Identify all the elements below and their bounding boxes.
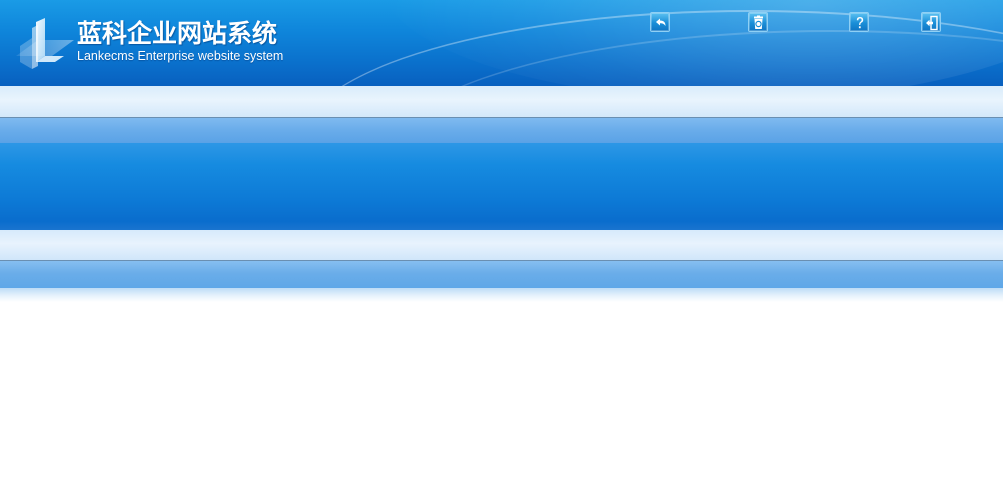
logout-button[interactable]: [921, 12, 941, 32]
refresh-icon: [754, 15, 763, 29]
lankecms-logo-icon: [14, 16, 76, 70]
back-button[interactable]: [650, 12, 670, 32]
menu-bar-top: [0, 86, 1003, 117]
logout-icon: [926, 15, 938, 31]
top-header: 蓝科企业网站系统 Lankecms Enterprise website sys…: [0, 0, 1003, 86]
main-content-area: [0, 302, 1003, 500]
sub-menu-bar: [0, 118, 1003, 143]
info-bar: [0, 230, 1003, 260]
help-icon: [856, 17, 864, 29]
banner-band: [0, 143, 1003, 230]
location-bar: [0, 261, 1003, 288]
brand-title-cn: 蓝科企业网站系统: [77, 19, 278, 48]
help-button[interactable]: [849, 12, 869, 32]
admin-frame: 蓝科企业网站系统 Lankecms Enterprise website sys…: [0, 0, 1003, 500]
back-icon: [656, 18, 666, 26]
refresh-button[interactable]: [748, 12, 768, 32]
fade-strip: [0, 288, 1003, 302]
brand-title-en: Lankecms Enterprise website system: [77, 49, 284, 63]
